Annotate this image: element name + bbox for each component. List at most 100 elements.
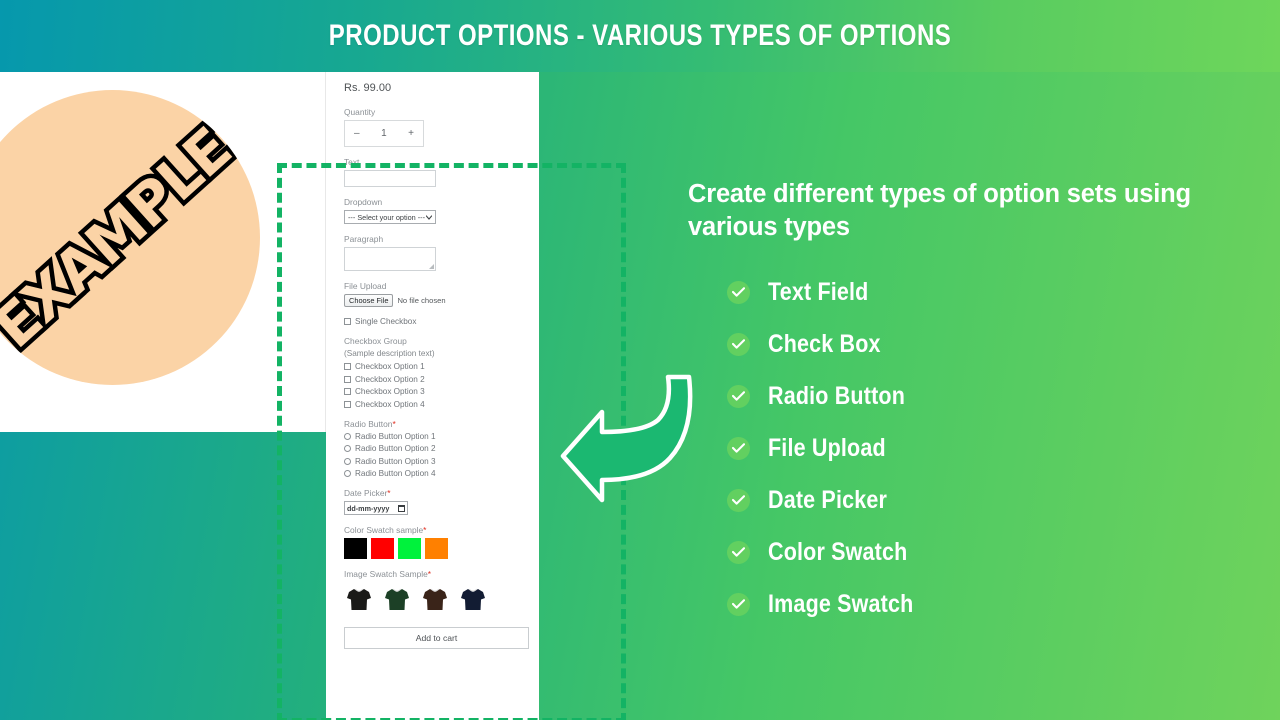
checkbox-icon[interactable] — [344, 375, 351, 383]
dropdown-label: Dropdown — [344, 197, 383, 207]
single-checkbox-label: Single Checkbox — [355, 317, 417, 326]
single-checkbox-row[interactable]: Single Checkbox — [344, 317, 521, 326]
curved-arrow-icon — [558, 372, 703, 512]
paragraph-group: Paragraph — [344, 234, 521, 271]
quantity-stepper[interactable]: – 1 + — [344, 120, 424, 147]
color-swatch-group: Color Swatch sample* — [344, 525, 521, 559]
radio-option-row[interactable]: Radio Button Option 1 — [344, 432, 521, 441]
color-swatch-option[interactable] — [344, 538, 367, 559]
required-asterisk: * — [427, 569, 432, 579]
color-swatch-option[interactable] — [398, 538, 421, 559]
radio-icon[interactable] — [344, 457, 351, 465]
header-banner: PRODUCT OPTIONS - VARIOUS TYPES OF OPTIO… — [0, 0, 1280, 72]
radio-icon[interactable] — [344, 432, 351, 440]
tshirt-swatch-option[interactable] — [344, 584, 374, 616]
product-options-form: Rs. 99.00 Quantity – 1 + Text Dropdown -… — [326, 72, 539, 720]
color-swatch-label-text: Color Swatch sample — [344, 525, 424, 535]
text-input[interactable] — [344, 170, 436, 187]
dropdown-selected-value: --- Select your option --- — [348, 212, 426, 222]
headline: Create different types of option sets us… — [688, 180, 1191, 241]
file-upload-group: File Upload Choose File No file chosen — [344, 281, 521, 307]
checkbox-option-row[interactable]: Checkbox Option 4 — [344, 400, 521, 409]
quantity-plus-button[interactable]: + — [408, 128, 414, 139]
color-swatch-option[interactable] — [371, 538, 394, 559]
dropdown-select[interactable]: --- Select your option --- — [344, 210, 436, 224]
panel-divider — [325, 72, 326, 432]
paragraph-textarea[interactable] — [344, 247, 436, 271]
feature-label: Check Box — [768, 329, 881, 358]
radio-option-row[interactable]: Radio Button Option 4 — [344, 469, 521, 478]
feature-label: Radio Button — [768, 381, 906, 410]
check-circle-icon — [727, 332, 750, 356]
tshirt-swatch-option[interactable] — [458, 584, 488, 616]
feature-list-item: File Upload — [727, 434, 1208, 463]
image-swatch-label-text: Image Swatch Sample — [344, 569, 428, 579]
check-circle-icon — [727, 384, 750, 408]
checkbox-icon[interactable] — [344, 388, 351, 395]
radio-icon[interactable] — [344, 470, 351, 477]
check-circle-icon — [727, 592, 750, 616]
feature-list-item: Color Swatch — [727, 538, 1208, 567]
checkbox-option-row[interactable]: Checkbox Option 2 — [344, 375, 521, 384]
paragraph-label: Paragraph — [344, 234, 384, 244]
tshirt-swatch-option[interactable] — [420, 584, 450, 616]
calendar-icon[interactable] — [398, 504, 405, 512]
color-swatch-option[interactable] — [425, 538, 448, 559]
checkbox-option-label: Checkbox Option 3 — [355, 387, 425, 396]
radio-icon[interactable] — [344, 445, 351, 452]
checkbox-icon[interactable] — [344, 363, 351, 370]
radio-option-row[interactable]: Radio Button Option 2 — [344, 444, 521, 453]
file-upload-label: File Upload — [344, 281, 387, 291]
check-circle-icon — [727, 540, 750, 564]
date-picker-label: Date Picker* — [344, 488, 521, 498]
checkbox-group-label: Checkbox Group — [344, 336, 407, 346]
radio-option-label: Radio Button Option 3 — [355, 456, 436, 466]
required-asterisk: * — [423, 525, 427, 535]
quantity-label: Quantity — [344, 107, 376, 117]
file-upload-status: No file chosen — [397, 296, 446, 305]
color-swatch-label: Color Swatch sample* — [344, 525, 521, 535]
quantity-field: Quantity – 1 + — [344, 107, 521, 147]
tshirt-swatch-option[interactable] — [382, 584, 412, 616]
checkbox-icon[interactable] — [344, 318, 351, 325]
image-swatch-row — [344, 584, 521, 616]
feature-label: Color Swatch — [768, 537, 908, 566]
checkbox-option-row[interactable]: Checkbox Option 1 — [344, 362, 521, 371]
checkbox-option-label: Checkbox Option 4 — [355, 399, 425, 409]
add-to-cart-button[interactable]: Add to cart — [344, 627, 529, 649]
checkbox-option-label: Checkbox Option 1 — [355, 362, 425, 371]
check-circle-icon — [727, 436, 750, 460]
radio-option-label: Radio Button Option 1 — [355, 431, 436, 441]
feature-list-item: Image Swatch — [727, 590, 1208, 619]
check-circle-icon — [727, 488, 750, 512]
choose-file-button[interactable]: Choose File — [344, 294, 394, 307]
radio-option-row[interactable]: Radio Button Option 3 — [344, 457, 521, 466]
text-field-group: Text — [344, 157, 521, 187]
quantity-minus-button[interactable]: – — [354, 128, 360, 139]
chevron-down-icon — [425, 213, 433, 222]
product-image-panel: EXAMPLE — [0, 72, 326, 432]
image-swatch-group: Image Swatch Sample* — [344, 569, 521, 616]
radio-option-label: Radio Button Option 4 — [355, 469, 436, 478]
promo-banner-screenshot: PRODUCT OPTIONS - VARIOUS TYPES OF OPTIO… — [0, 0, 1280, 720]
date-picker-input[interactable]: dd-mm-yyyy — [344, 501, 408, 515]
feature-list: Text Field Check Box Radio Button File U… — [727, 278, 1208, 619]
checkbox-option-row[interactable]: Checkbox Option 3 — [344, 387, 521, 396]
quantity-value[interactable]: 1 — [381, 128, 387, 139]
single-checkbox-group: Single Checkbox — [344, 317, 521, 326]
checkbox-option-label: Checkbox Option 2 — [355, 374, 425, 384]
required-asterisk: * — [387, 488, 391, 498]
feature-label: Image Swatch — [768, 589, 914, 618]
feature-list-item: Check Box — [727, 330, 1208, 359]
example-badge: EXAMPLE — [0, 90, 260, 385]
check-circle-icon — [727, 280, 750, 304]
radio-group-label: Radio Button* — [344, 419, 521, 429]
radio-group: Radio Button* Radio Button Option 1 Radi… — [344, 419, 521, 478]
checkbox-group-description: (Sample description text) — [344, 349, 435, 358]
dropdown-group: Dropdown --- Select your option --- — [344, 197, 521, 224]
date-picker-group: Date Picker* dd-mm-yyyy — [344, 488, 521, 515]
checkbox-icon[interactable] — [344, 400, 351, 408]
file-upload-row[interactable]: Choose File No file chosen — [344, 294, 521, 307]
date-picker-label-text: Date Picker — [344, 488, 388, 498]
feature-label: File Upload — [768, 433, 886, 462]
